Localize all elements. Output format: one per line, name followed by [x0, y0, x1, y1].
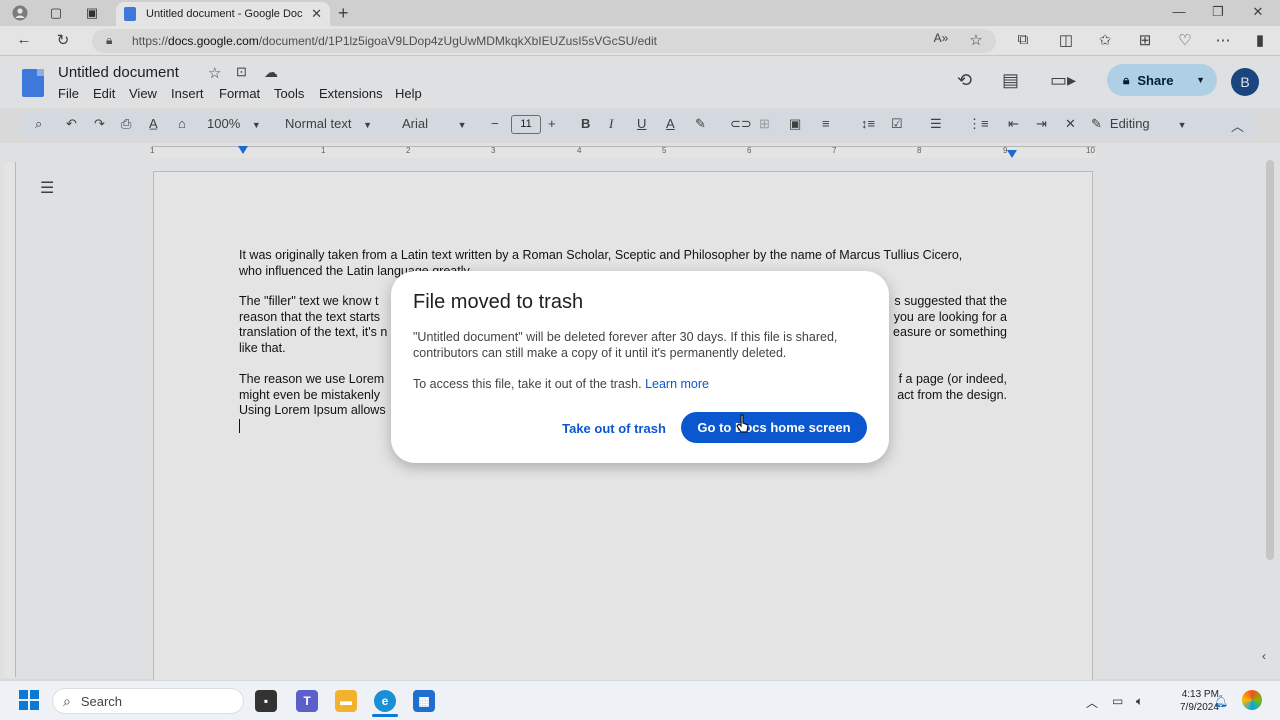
copilot-icon[interactable] — [1242, 690, 1262, 710]
dialog-body: "Untitled document" will be deleted fore… — [413, 330, 838, 360]
volume-icon[interactable]: 🔈︎ — [1136, 694, 1143, 709]
network-icon[interactable]: ▭ — [1112, 694, 1123, 708]
show-hidden-icons-icon[interactable]: ︿ — [1086, 694, 1098, 711]
go-to-docs-home-button[interactable]: Go to Docs home screen — [681, 412, 867, 443]
windows-start-icon[interactable] — [19, 690, 39, 710]
store-icon[interactable]: ▦ — [413, 690, 435, 712]
taskbar-search[interactable]: ⌕ Search — [52, 688, 244, 714]
search-icon: ⌕ — [63, 692, 71, 709]
task-view-icon[interactable]: ▪ — [255, 690, 277, 712]
file-explorer-icon[interactable]: ▬ — [335, 690, 357, 712]
learn-more-link[interactable]: Learn more — [645, 377, 709, 391]
dialog-access-text: To access this file, take it out of the … — [413, 377, 709, 391]
access-text: To access this file, take it out of the … — [413, 377, 642, 391]
edge-icon[interactable]: e — [374, 690, 396, 712]
notifications-bell-icon[interactable]: 🔔︎ — [1213, 694, 1228, 708]
dialog-title: File moved to trash — [413, 291, 584, 313]
taskbar-search-placeholder: Search — [80, 693, 123, 709]
mouse-pointer-icon — [736, 414, 750, 439]
take-out-of-trash-button[interactable]: Take out of trash — [555, 413, 673, 443]
active-app-indicator — [372, 714, 398, 717]
teams-icon[interactable]: T — [296, 690, 318, 712]
